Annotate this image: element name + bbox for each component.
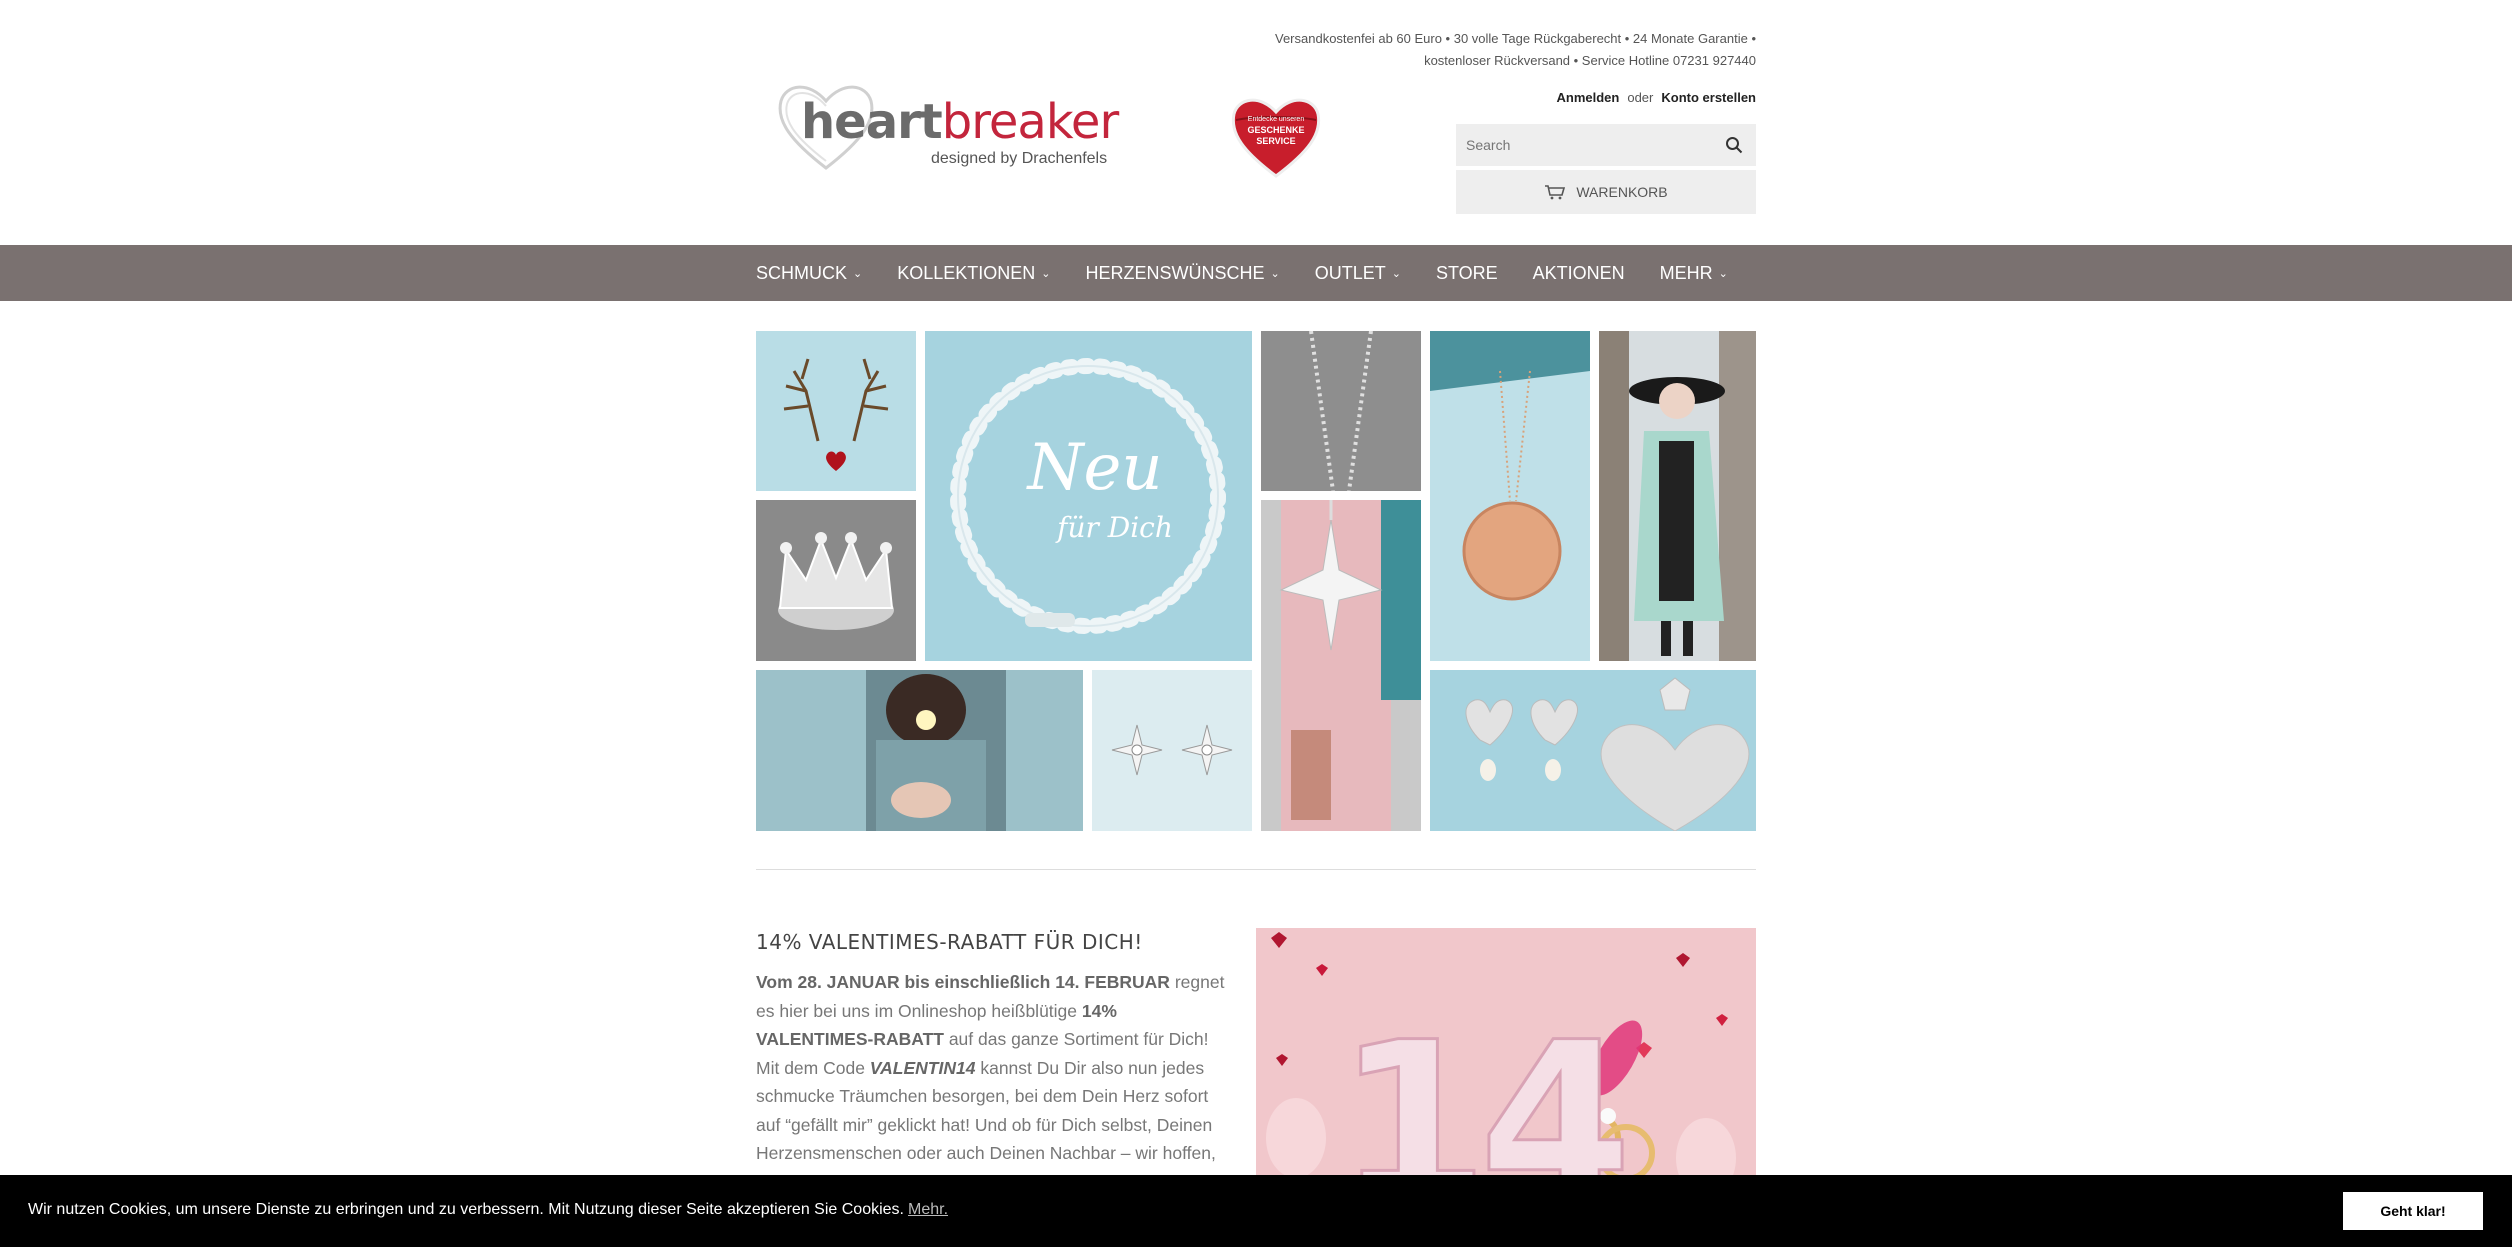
logo-tagline: designed by Drachenfels: [931, 150, 1108, 167]
site-logo[interactable]: heartbreaker designed by Drachenfels: [771, 76, 1151, 176]
search-icon: [1726, 137, 1743, 154]
section-divider: [756, 869, 1756, 870]
tile-star-earrings[interactable]: [1092, 670, 1252, 831]
promo-text: Vom 28. JANUAR bis einschließlich 14. FE…: [756, 972, 1225, 1163]
gift-line2: GESCHENKE: [1247, 125, 1305, 135]
login-link[interactable]: Anmelden: [1557, 90, 1620, 105]
chevron-down-icon: ⌄: [1041, 267, 1051, 280]
cookie-more-link[interactable]: Mehr.: [908, 1201, 948, 1218]
tile-woman-coat[interactable]: [1599, 331, 1756, 661]
banner-script-small: für Dich: [1057, 511, 1173, 544]
chevron-down-icon: ⌄: [853, 267, 863, 280]
site-header: Versandkostenfei ab 60 Euro • 30 volle T…: [756, 0, 1756, 245]
or-text: oder: [1627, 90, 1654, 105]
shipping-info-line1: Versandkostenfei ab 60 Euro • 30 volle T…: [1275, 31, 1756, 46]
chevron-down-icon: ⌄: [1391, 267, 1401, 280]
gift-service-badge[interactable]: Entdecke unseren GESCHENKE SERVICE: [1226, 90, 1326, 180]
shipping-info-line2: kostenloser Rückversand • Service Hotlin…: [1424, 53, 1756, 68]
search-input[interactable]: [1456, 124, 1706, 166]
tile-globe-pendant[interactable]: [1430, 331, 1590, 661]
cookie-accept-button[interactable]: Geht klar!: [2343, 1192, 2483, 1230]
search-bar: [1456, 124, 1756, 166]
nav-item-store[interactable]: STORE: [1436, 263, 1498, 284]
cart-button[interactable]: WARENKORB: [1456, 170, 1756, 214]
nav-item-mehr[interactable]: MEHR ⌄: [1660, 263, 1728, 284]
nav-item-aktionen[interactable]: AKTIONEN: [1533, 263, 1625, 284]
tile-heart-jewelry[interactable]: [1430, 670, 1756, 831]
tile-sparkler[interactable]: [756, 670, 1083, 831]
main-nav-list: SCHMUCK ⌄ KOLLEKTIONEN ⌄ HERZENSWÜNSCHE ⌄ O…: [756, 245, 1763, 301]
nav-item-herzenswuensche[interactable]: HERZENSWÜNSCHE ⌄: [1086, 263, 1280, 284]
main-nav: SCHMUCK ⌄ KOLLEKTIONEN ⌄ HERZENSWÜNSCHE ⌄ O…: [0, 245, 2512, 301]
cookie-banner: Wir nutzen Cookies, um unsere Dienste zu…: [0, 1175, 2512, 1247]
chevron-down-icon: ⌄: [1718, 267, 1728, 280]
banner-script-big: Neu: [1027, 431, 1163, 505]
search-button[interactable]: [1712, 124, 1756, 166]
register-link[interactable]: Konto erstellen: [1661, 90, 1756, 105]
nav-item-outlet[interactable]: OUTLET ⌄: [1315, 263, 1401, 284]
tile-star-pendant[interactable]: [1261, 500, 1421, 831]
cart-label: WARENKORB: [1576, 184, 1668, 200]
cart-icon: [1545, 185, 1566, 200]
promo-title: 14% VALENTIMES-RABATT FÜR DICH!: [756, 930, 1143, 954]
chevron-down-icon: ⌄: [1270, 267, 1280, 280]
tile-banner-neu[interactable]: Neu für Dich: [925, 331, 1252, 661]
gift-line1: Entdecke unseren: [1247, 116, 1305, 123]
logo-wordmark: heartbreaker: [801, 94, 1119, 150]
valentines-promo: 14% VALENTIMES-RABATT FÜR DICH! Vom 28. …: [756, 930, 1226, 1168]
tile-crown-ring[interactable]: [756, 500, 916, 661]
gift-line3: SERVICE: [1256, 136, 1296, 146]
nav-item-schmuck[interactable]: SCHMUCK ⌄: [756, 263, 862, 284]
product-collage: Neu für Dich: [756, 331, 1756, 831]
nav-item-kollektionen[interactable]: KOLLEKTIONEN ⌄: [897, 263, 1050, 284]
shipping-info: Versandkostenfei ab 60 Euro • 30 volle T…: [1156, 28, 1756, 72]
account-links: Anmelden oder Konto erstellen: [1557, 90, 1757, 105]
tile-antlers[interactable]: [756, 331, 916, 491]
cookie-message: Wir nutzen Cookies, um unsere Dienste zu…: [28, 1201, 949, 1218]
tile-chain[interactable]: [1261, 331, 1421, 491]
